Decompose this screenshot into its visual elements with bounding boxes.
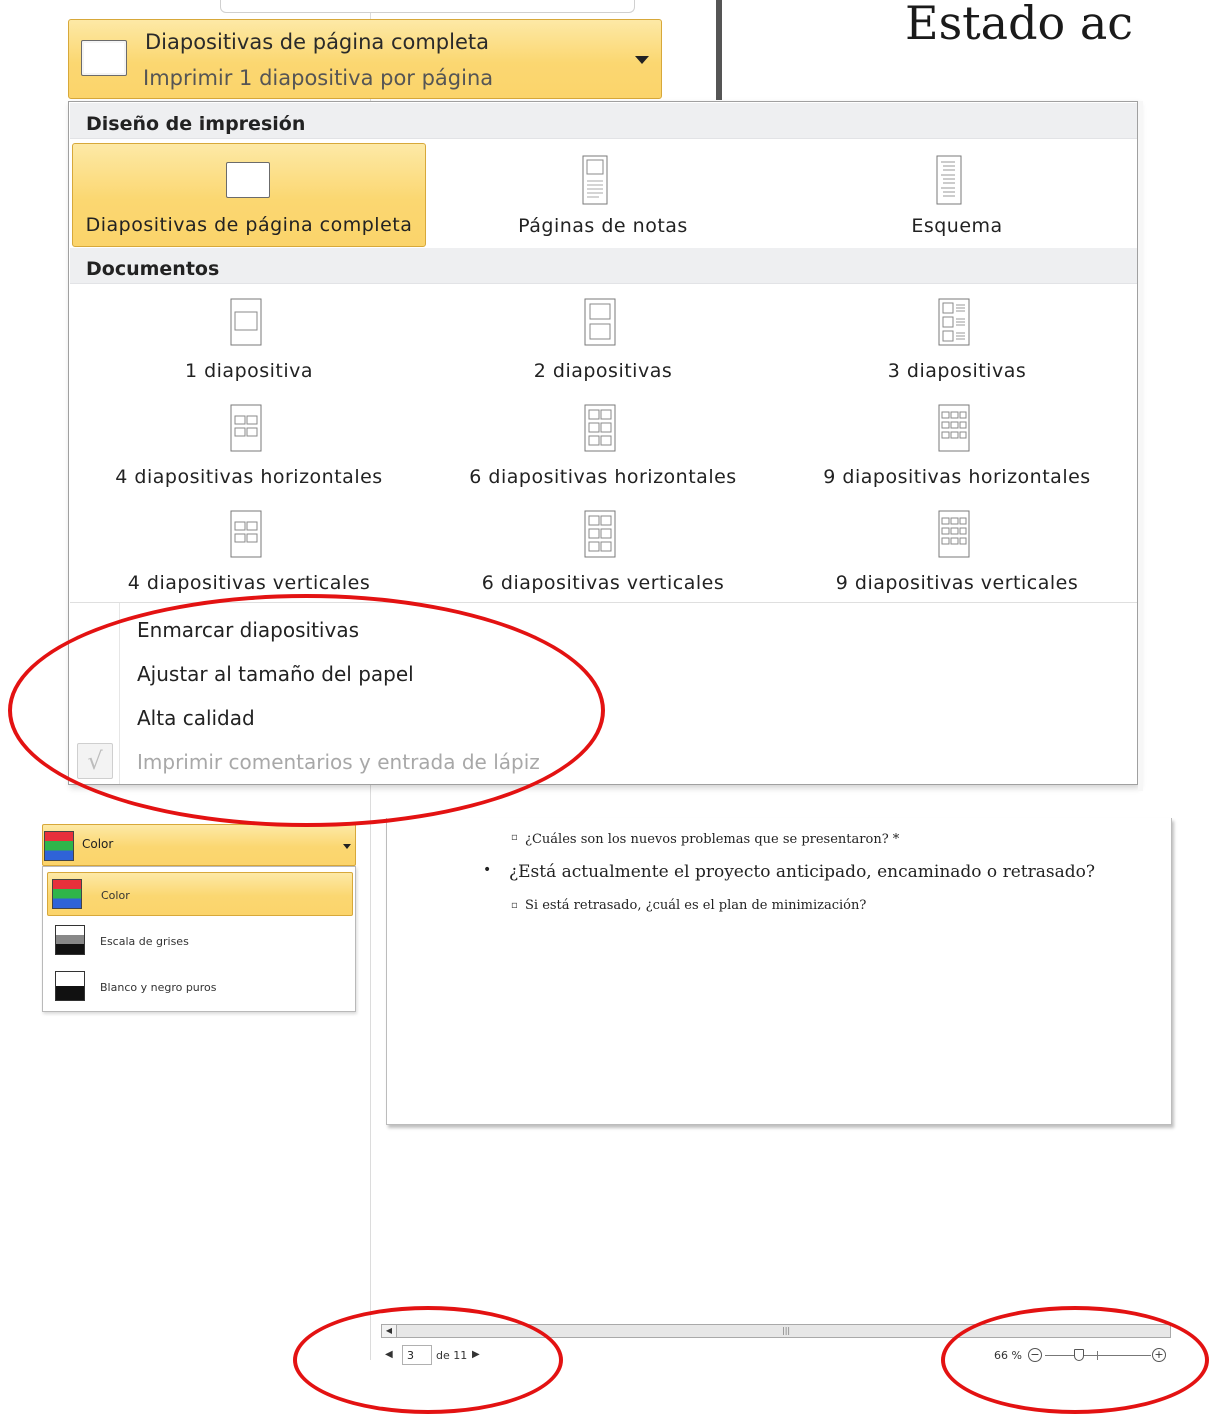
handout-label: 3 diapositivas — [887, 360, 1027, 382]
handout-6v-icon — [584, 510, 616, 558]
option-frame-slides[interactable]: Enmarcar diapositivas — [137, 618, 359, 642]
full-page-slide-icon — [226, 162, 270, 198]
full-page-slide-icon — [81, 40, 127, 76]
option-high-quality[interactable]: Alta calidad — [137, 706, 255, 730]
next-page-arrow-icon[interactable]: ▶ — [472, 1349, 480, 1360]
handout-label: 9 diapositivas horizontales — [823, 466, 1091, 488]
outline-icon — [936, 155, 962, 205]
handout-label: 6 diapositivas horizontales — [469, 466, 737, 488]
sub-bullet-icon: ▫ — [511, 832, 518, 843]
color-dropdown-value: Color — [82, 837, 114, 851]
color-option-color[interactable]: Color — [47, 872, 353, 916]
sub-bullet-2: Si está retrasado, ¿cuál es el plan de m… — [525, 898, 867, 913]
zoom-slider-track[interactable] — [1045, 1355, 1151, 1356]
zoom-in-icon[interactable]: + — [1152, 1348, 1166, 1362]
color-option-grayscale[interactable]: Escala de grises — [47, 918, 353, 962]
checkmark-icon: √ — [77, 743, 113, 779]
slide-title: Estado actual — [905, 0, 1133, 50]
handout-1-icon — [230, 298, 262, 346]
handouts-section-header: Documentos — [70, 248, 1137, 284]
total-pages-label: de 11 — [436, 1349, 468, 1362]
handout-label: 4 diapositivas verticales — [127, 572, 371, 594]
prev-page-arrow-icon[interactable]: ◀ — [385, 1349, 393, 1360]
handout-4h-icon — [230, 404, 262, 452]
grayscale-icon — [55, 925, 85, 955]
layout-dropdown-title: Diapositivas de página completa — [145, 30, 489, 54]
handout-6-horizontal[interactable]: 6 diapositivas horizontales — [426, 394, 780, 498]
print-layout-menu: Diseño de impresión Diapositivas de pági… — [68, 101, 1138, 785]
handout-6h-icon — [584, 404, 616, 452]
options-gutter — [119, 603, 120, 784]
handout-2-icon — [584, 298, 616, 346]
handout-label: 9 diapositivas verticales — [835, 572, 1079, 594]
layout-outline[interactable]: Esquema — [780, 143, 1134, 247]
chevron-down-icon — [635, 56, 649, 64]
handout-9-horizontal[interactable]: 9 diapositivas horizontales — [780, 394, 1134, 498]
color-icon — [44, 831, 74, 861]
options-divider — [70, 602, 1137, 603]
slide-preview: ▫ ¿Cuáles son los nuevos problemas que s… — [386, 818, 1172, 1125]
handout-4v-icon — [230, 510, 262, 558]
handout-2-slides[interactable]: 2 diapositivas — [426, 288, 780, 392]
notes-page-icon — [582, 155, 608, 205]
layout-label: Páginas de notas — [518, 215, 688, 237]
print-layout-dropdown[interactable]: Diapositivas de página completa Imprimir… — [68, 19, 662, 99]
layout-label: Esquema — [911, 215, 1003, 237]
handout-9h-icon — [938, 404, 970, 452]
layout-full-page-slides[interactable]: Diapositivas de página completa — [72, 143, 426, 247]
option-print-comments-ink: Imprimir comentarios y entrada de lápiz — [137, 750, 540, 774]
zoom-out-icon[interactable]: − — [1028, 1348, 1042, 1362]
sub-bullet-icon: ▫ — [511, 900, 518, 911]
sub-bullet-1: ¿Cuáles son los nuevos problemas que se … — [525, 832, 900, 847]
pure-black-white-icon — [55, 971, 85, 1001]
handout-label: 4 diapositivas horizontales — [115, 466, 383, 488]
handout-label: 2 diapositivas — [533, 360, 673, 382]
handout-label: 6 diapositivas verticales — [481, 572, 725, 594]
handout-9v-icon — [938, 510, 970, 558]
zoom-center-tick — [1097, 1351, 1098, 1360]
color-option-label: Color — [101, 889, 130, 902]
handout-4-horizontal[interactable]: 4 diapositivas horizontales — [72, 394, 426, 498]
handout-6-vertical[interactable]: 6 diapositivas verticales — [426, 500, 780, 604]
handout-3-icon — [938, 298, 970, 346]
layout-label: Diapositivas de página completa — [85, 214, 413, 236]
scroll-grip-icon: ||| — [782, 1326, 791, 1335]
preview-divider — [716, 0, 722, 100]
horizontal-scrollbar[interactable]: ◀ ||| — [381, 1324, 1171, 1338]
bullet-icon: • — [483, 862, 492, 878]
color-mode-menu: Color Escala de grises Blanco y negro pu… — [42, 866, 356, 1012]
color-option-pure-bw[interactable]: Blanco y negro puros — [47, 964, 353, 1008]
chevron-down-icon — [343, 844, 351, 849]
color-icon — [52, 879, 82, 909]
color-option-label: Blanco y negro puros — [100, 981, 217, 994]
color-mode-dropdown[interactable]: Color — [42, 824, 356, 866]
scroll-left-arrow-icon[interactable]: ◀ — [382, 1325, 397, 1337]
previous-control-edge — [220, 0, 635, 13]
option-scale-to-paper[interactable]: Ajustar al tamaño del papel — [137, 662, 414, 686]
handout-3-slides[interactable]: 3 diapositivas — [780, 288, 1134, 392]
zoom-slider-thumb[interactable] — [1074, 1349, 1084, 1361]
handout-label: 1 diapositiva — [184, 360, 314, 382]
handout-9-vertical[interactable]: 9 diapositivas verticales — [780, 500, 1134, 604]
handout-4-vertical[interactable]: 4 diapositivas verticales — [72, 500, 426, 604]
handout-1-slide[interactable]: 1 diapositiva — [72, 288, 426, 392]
color-option-label: Escala de grises — [100, 935, 189, 948]
layout-dropdown-subtitle: Imprimir 1 diapositiva por página — [143, 66, 494, 90]
bullet-1: ¿Está actualmente el proyecto anticipado… — [509, 862, 1095, 882]
preview-edge — [1138, 101, 1143, 791]
current-page-input[interactable]: 3 — [402, 1345, 432, 1365]
print-layout-section-header: Diseño de impresión — [70, 103, 1137, 139]
layout-notes-pages[interactable]: Páginas de notas — [426, 143, 780, 247]
zoom-level[interactable]: 66 % — [994, 1349, 1022, 1362]
